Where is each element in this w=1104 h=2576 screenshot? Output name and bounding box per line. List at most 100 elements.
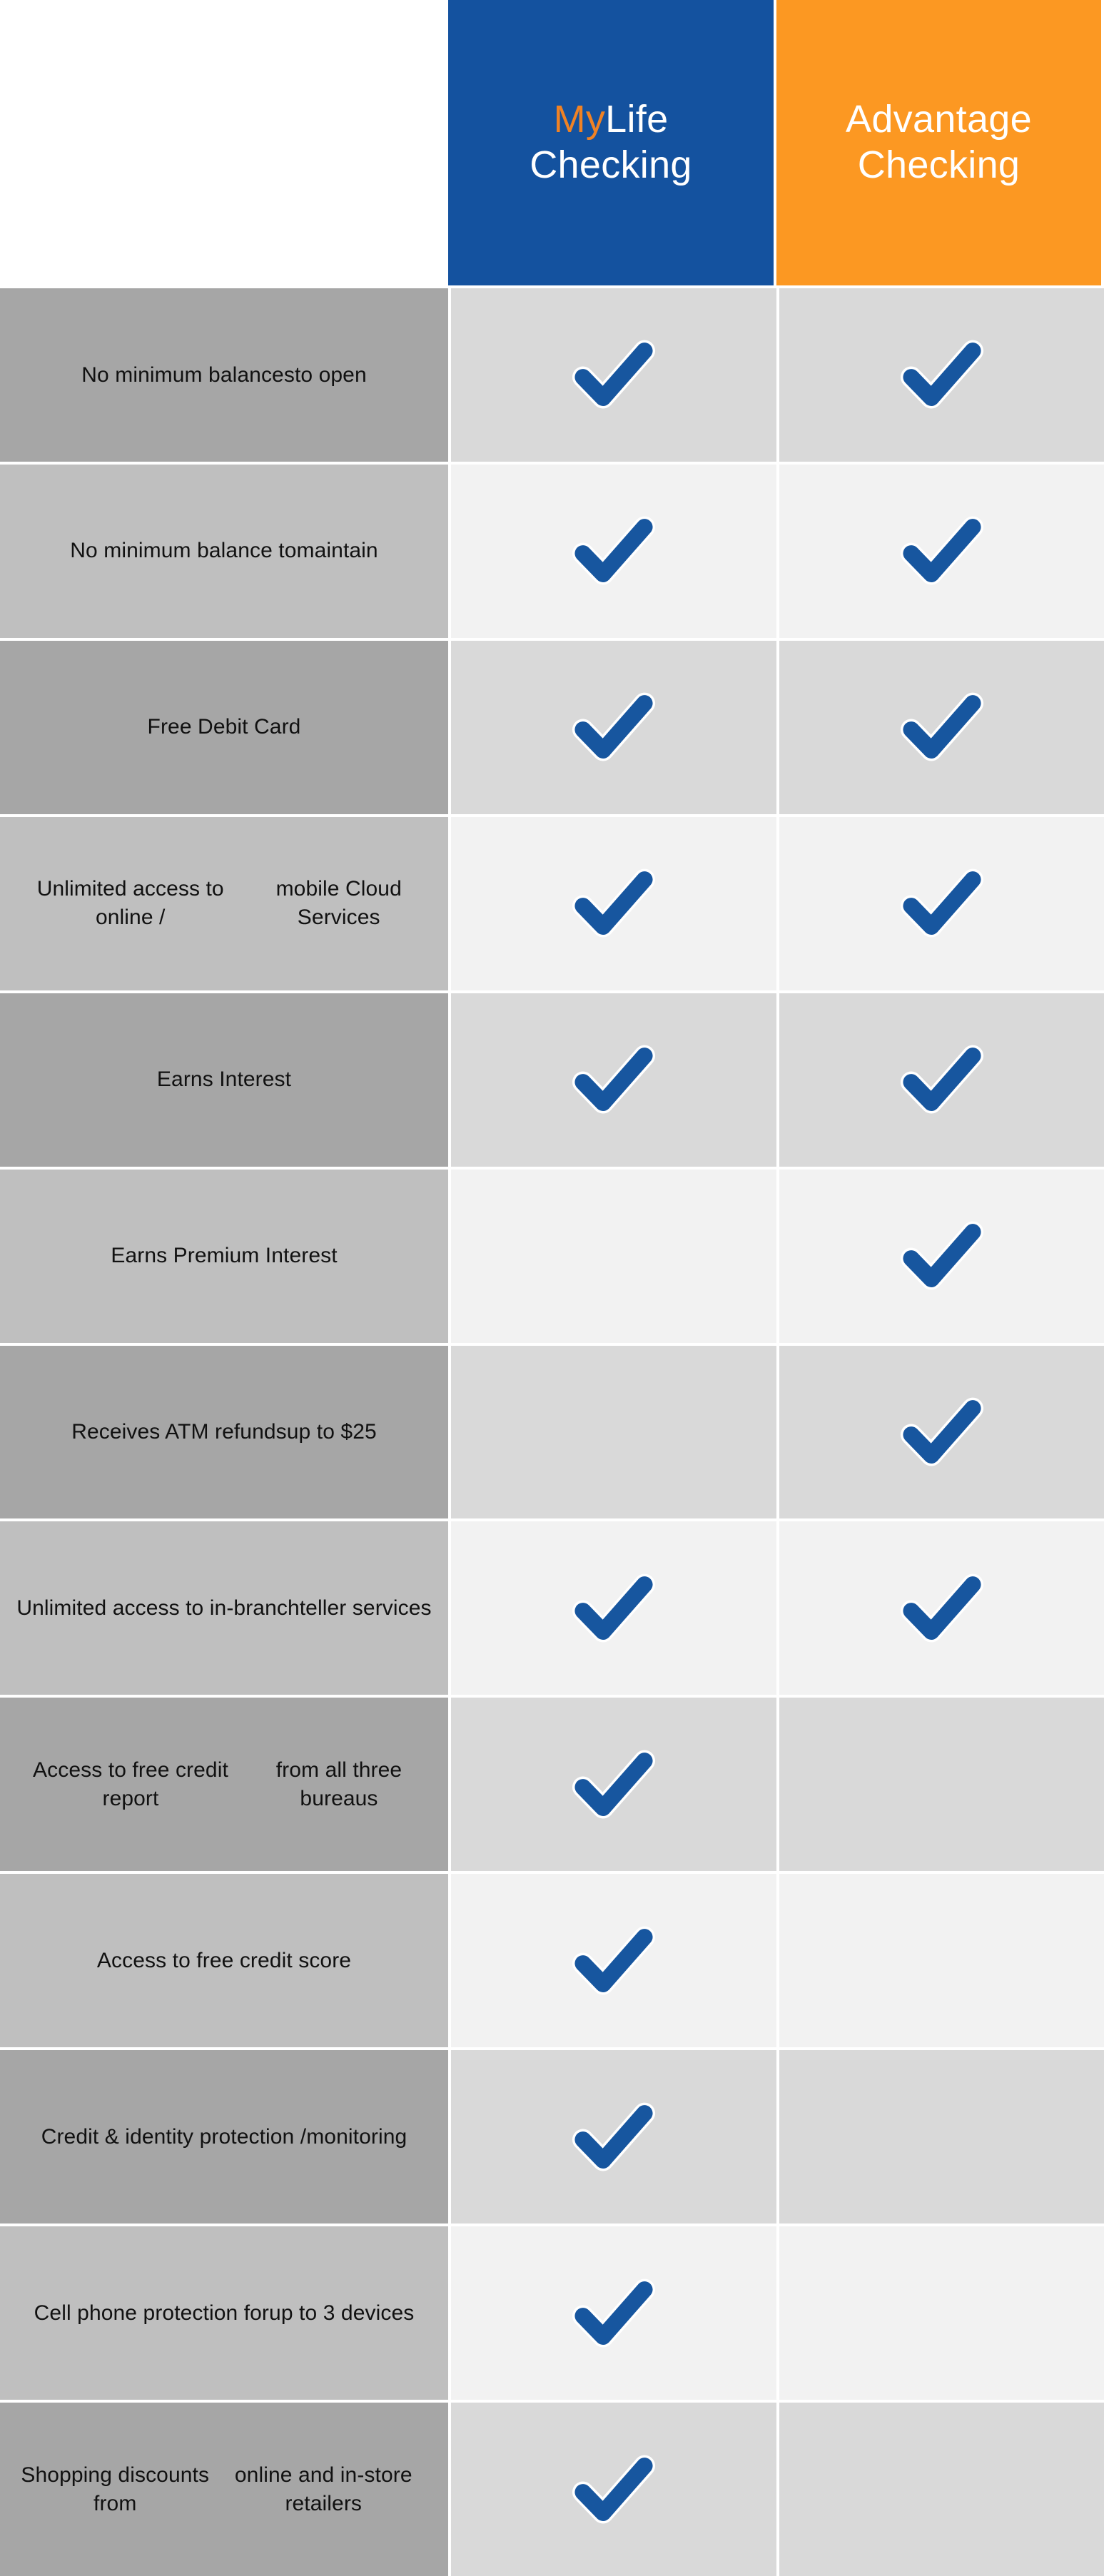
feature-label-text: Cell phone protection for — [34, 2301, 270, 2325]
checkmark-icon — [572, 1926, 656, 1995]
feature-label-text-line2: to open — [294, 362, 367, 387]
checkmark-icon — [572, 2102, 656, 2171]
feature-label-text: Free Debit Card — [147, 715, 301, 739]
column-header-mylife-checking: MyLife Checking — [448, 0, 774, 285]
advantage-checking-included-cell — [779, 993, 1104, 1167]
checkmark-icon — [572, 2278, 656, 2348]
mylife-checking-included-cell — [451, 2050, 776, 2224]
table-row: Unlimited access to online / mobile Cloud… — [0, 816, 1104, 990]
mylife-checking-included-cell — [451, 2403, 776, 2576]
advantage-checking-not-included-cell — [779, 1874, 1104, 2048]
feature-label-cell: Receives ATM refunds up to $25 — [0, 1345, 448, 1519]
table-row: Unlimited access to in-branch teller serv… — [0, 1521, 1104, 1695]
advantage-checking-included-cell — [779, 640, 1104, 814]
mylife-checking-included-cell — [451, 993, 776, 1167]
advantage-checking-included-cell — [779, 1169, 1104, 1343]
table-row: Credit & identity protection / monitoring — [0, 2050, 1104, 2224]
checkmark-icon — [572, 2455, 656, 2524]
table-row: Access to free credit report from all thr… — [0, 1698, 1104, 1872]
mylife-checking-included-cell — [451, 1521, 776, 1695]
checkmark-icon — [572, 1750, 656, 1819]
checkmark-icon — [900, 516, 983, 585]
feature-label-cell: Access to free credit score — [0, 1874, 448, 2048]
mylife-checking-included-cell — [451, 288, 776, 462]
feature-label-text: Credit & identity protection / — [41, 2124, 307, 2149]
feature-label-cell: No minimum balances to open — [0, 288, 448, 462]
checkmark-icon — [900, 1573, 983, 1643]
feature-label-text: Access to free credit score — [96, 1948, 352, 1972]
mylife-checking-included-cell — [451, 464, 776, 638]
checkmark-icon — [572, 516, 656, 585]
checkmark-icon — [900, 868, 983, 938]
advantage-checking-included-cell — [779, 1345, 1104, 1519]
advantage-checking-not-included-cell — [779, 2050, 1104, 2224]
table-header-row: MyLife Checking Advantage Checking — [0, 0, 1104, 285]
table-row: Shopping discounts from online and in-sto… — [0, 2403, 1104, 2576]
feature-label-text-line2: teller services — [299, 1596, 432, 1620]
checkmark-icon — [572, 692, 656, 761]
table-row: No minimum balances to open — [0, 288, 1104, 462]
advantage-name-line2: Checking — [857, 143, 1021, 186]
column-header-advantage-checking: Advantage Checking — [776, 0, 1101, 285]
feature-label-text: Unlimited access to in-branch — [16, 1596, 300, 1620]
mylife-checking-included-cell — [451, 2226, 776, 2400]
table-row: Access to free credit score — [0, 1874, 1104, 2048]
feature-label-text-line2: online and in-store retailers — [234, 2463, 412, 2515]
checkmark-icon — [900, 692, 983, 761]
header-corner-spacer — [0, 0, 448, 285]
advantage-checking-not-included-cell — [779, 1698, 1104, 1872]
feature-label-cell: Earns Premium Interest — [0, 1169, 448, 1343]
checkmark-icon — [572, 340, 656, 409]
checkmark-icon — [900, 340, 983, 409]
feature-label-cell: Unlimited access to in-branch teller serv… — [0, 1521, 448, 1695]
feature-label-cell: Access to free credit report from all thr… — [0, 1698, 448, 1872]
feature-label-text-line2: up to 3 devices — [269, 2301, 415, 2325]
feature-label-cell: Cell phone protection for up to 3 devices — [0, 2226, 448, 2400]
checkmark-icon — [900, 1397, 983, 1466]
feature-label-cell: No minimum balance to maintain — [0, 464, 448, 638]
feature-label-cell: Unlimited access to online / mobile Cloud… — [0, 816, 448, 990]
advantage-checking-title: Advantage Checking — [846, 97, 1032, 188]
checkmark-icon — [900, 1045, 983, 1114]
table-row: Free Debit Card — [0, 640, 1104, 814]
feature-label-cell: Earns Interest — [0, 993, 448, 1167]
mylife-checking-included-cell — [451, 1874, 776, 2048]
checking-account-comparison-table: MyLife Checking Advantage Checking No mi… — [0, 0, 1104, 2576]
advantage-checking-not-included-cell — [779, 2403, 1104, 2576]
mylife-checking-included-cell — [451, 1698, 776, 1872]
feature-label-cell: Free Debit Card — [0, 640, 448, 814]
feature-label-text: No minimum balances — [81, 362, 295, 387]
checkmark-icon — [572, 868, 656, 938]
advantage-checking-not-included-cell — [779, 2226, 1104, 2400]
advantage-checking-included-cell — [779, 816, 1104, 990]
feature-label-cell: Shopping discounts from online and in-sto… — [0, 2403, 448, 2576]
mylife-checking-not-included-cell — [451, 1345, 776, 1519]
table-row: Cell phone protection for up to 3 devices — [0, 2226, 1104, 2400]
feature-label-text-line2: from all three bureaus — [275, 1758, 402, 1810]
feature-label-text-line2: mobile Cloud Services — [275, 877, 402, 930]
feature-label-text: Earns Premium Interest — [111, 1244, 338, 1268]
feature-label-text-line2: maintain — [296, 539, 378, 563]
checkmark-icon — [572, 1573, 656, 1643]
table-row: No minimum balance to maintain — [0, 464, 1104, 638]
feature-label-text: Unlimited access to online / — [36, 877, 224, 930]
mylife-checking-title: MyLife Checking — [530, 97, 692, 188]
table-row: Earns Premium Interest — [0, 1169, 1104, 1343]
brand-prefix-my: My — [553, 98, 606, 141]
mylife-checking-included-cell — [451, 816, 776, 990]
feature-label-text: Shopping discounts from — [21, 2463, 210, 2515]
mylife-checking-included-cell — [451, 640, 776, 814]
feature-label-text-line2: up to $25 — [286, 1420, 377, 1444]
table-body: No minimum balances to open No minimum bal… — [0, 288, 1104, 2576]
feature-label-text-line2: monitoring — [306, 2124, 407, 2149]
feature-label-text: Receives ATM refunds — [71, 1420, 287, 1444]
advantage-checking-included-cell — [779, 464, 1104, 638]
advantage-checking-included-cell — [779, 288, 1104, 462]
mylife-checking-not-included-cell — [451, 1169, 776, 1343]
advantage-name-line1: Advantage — [846, 98, 1032, 141]
table-row: Receives ATM refunds up to $25 — [0, 1345, 1104, 1519]
mylife-product-word: Checking — [530, 143, 692, 186]
feature-label-text: Access to free credit report — [33, 1758, 228, 1810]
checkmark-icon — [572, 1045, 656, 1114]
feature-label-text: No minimum balance to — [70, 539, 297, 563]
